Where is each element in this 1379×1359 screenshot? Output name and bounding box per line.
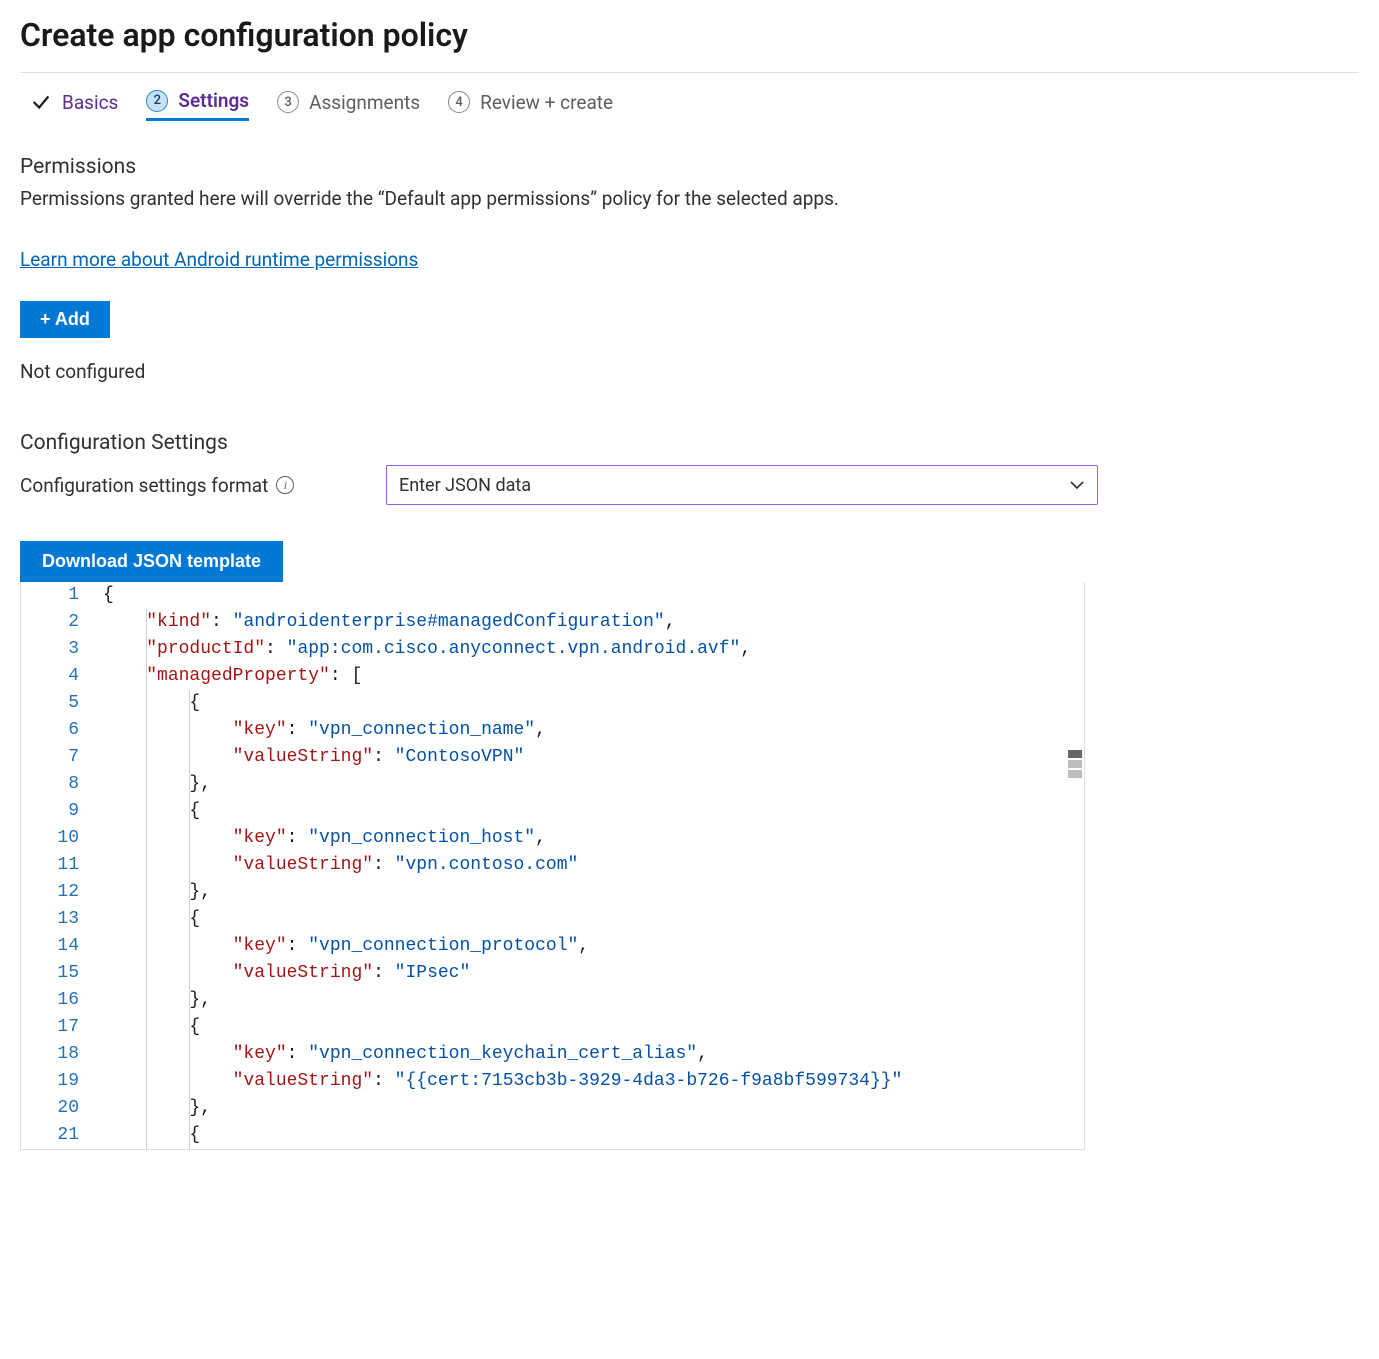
line-number: 1 (21, 582, 97, 609)
permissions-status: Not configured (20, 360, 1359, 383)
code-line[interactable]: 6 "key": "vpn_connection_name", (21, 717, 1084, 744)
divider (20, 72, 1359, 73)
code-content[interactable]: "valueString": "ContosoVPN" (97, 744, 1084, 771)
line-number: 13 (21, 906, 97, 933)
code-content[interactable]: }, (97, 987, 1084, 1014)
code-content[interactable]: "productId": "app:com.cisco.anyconnect.v… (97, 636, 1084, 663)
permissions-description: Permissions granted here will override t… (20, 187, 1359, 210)
line-number: 9 (21, 798, 97, 825)
code-line[interactable]: 8 }, (21, 771, 1084, 798)
code-line[interactable]: 16 }, (21, 987, 1084, 1014)
line-number: 17 (21, 1014, 97, 1041)
code-line[interactable]: 19 "valueString": "{{cert:7153cb3b-3929-… (21, 1068, 1084, 1095)
code-line[interactable]: 9 { (21, 798, 1084, 825)
line-number: 5 (21, 690, 97, 717)
code-content[interactable]: { (97, 582, 1084, 609)
step-label: Review + create (480, 91, 613, 114)
chevron-down-icon (1069, 477, 1085, 493)
learn-more-link[interactable]: Learn more about Android runtime permiss… (20, 248, 418, 271)
code-line[interactable]: 1{ (21, 582, 1084, 609)
line-number: 12 (21, 879, 97, 906)
code-line[interactable]: 3 "productId": "app:com.cisco.anyconnect… (21, 636, 1084, 663)
code-line[interactable]: 13 { (21, 906, 1084, 933)
download-json-template-button[interactable]: Download JSON template (20, 541, 283, 582)
line-number: 19 (21, 1068, 97, 1095)
code-line[interactable]: 14 "key": "vpn_connection_protocol", (21, 933, 1084, 960)
code-content[interactable]: }, (97, 771, 1084, 798)
code-content[interactable]: { (97, 1014, 1084, 1041)
code-content[interactable]: "managedProperty": [ (97, 663, 1084, 690)
line-number: 10 (21, 825, 97, 852)
info-icon[interactable]: i (276, 476, 294, 494)
step-label: Assignments (309, 91, 420, 114)
permissions-heading: Permissions (20, 155, 1359, 179)
step-number-badge: 4 (448, 91, 470, 113)
code-content[interactable]: "key": "vpn_connection_keychain_cert_ali… (97, 1041, 1084, 1068)
line-number: 3 (21, 636, 97, 663)
code-content[interactable]: "valueString": "IPsec" (97, 960, 1084, 987)
line-number: 15 (21, 960, 97, 987)
code-line[interactable]: 10 "key": "vpn_connection_host", (21, 825, 1084, 852)
wizard-step-basics[interactable]: Basics (30, 91, 118, 114)
code-content[interactable]: "kind": "androidenterprise#managedConfig… (97, 609, 1084, 636)
wizard-step-settings[interactable]: 2 Settings (146, 89, 249, 121)
code-line[interactable]: 4 "managedProperty": [ (21, 663, 1084, 690)
code-line[interactable]: 17 { (21, 1014, 1084, 1041)
code-content[interactable]: "key": "vpn_connection_name", (97, 717, 1084, 744)
code-content[interactable]: "key": "vpn_connection_protocol", (97, 933, 1084, 960)
config-format-label: Configuration settings format (20, 474, 268, 497)
code-line[interactable]: 2 "kind": "androidenterprise#managedConf… (21, 609, 1084, 636)
code-content[interactable]: "valueString": "vpn.contoso.com" (97, 852, 1084, 879)
wizard-step-review-create[interactable]: 4 Review + create (448, 91, 613, 114)
page-title: Create app configuration policy (20, 16, 1359, 54)
code-content[interactable]: "valueString": "{{cert:7153cb3b-3929-4da… (97, 1068, 1084, 1095)
line-number: 14 (21, 933, 97, 960)
code-content[interactable]: }, (97, 1095, 1084, 1122)
step-number-badge: 2 (146, 90, 168, 112)
config-format-select[interactable]: Enter JSON data (386, 465, 1098, 505)
config-format-value: Enter JSON data (399, 475, 531, 496)
line-number: 21 (21, 1122, 97, 1149)
code-line[interactable]: 21 { (21, 1122, 1084, 1149)
json-editor[interactable]: 1{2 "kind": "androidenterprise#managedCo… (20, 582, 1085, 1150)
step-label: Settings (178, 89, 249, 112)
code-content[interactable]: { (97, 906, 1084, 933)
code-content[interactable]: { (97, 798, 1084, 825)
code-content[interactable]: }, (97, 879, 1084, 906)
line-number: 8 (21, 771, 97, 798)
code-line[interactable]: 11 "valueString": "vpn.contoso.com" (21, 852, 1084, 879)
code-line[interactable]: 5 { (21, 690, 1084, 717)
check-icon (30, 91, 52, 113)
code-line[interactable]: 18 "key": "vpn_connection_keychain_cert_… (21, 1041, 1084, 1068)
add-permission-button[interactable]: + Add (20, 301, 110, 338)
code-line[interactable]: 7 "valueString": "ContosoVPN" (21, 744, 1084, 771)
line-number: 2 (21, 609, 97, 636)
line-number: 7 (21, 744, 97, 771)
line-number: 11 (21, 852, 97, 879)
config-settings-heading: Configuration Settings (20, 431, 1359, 455)
wizard-steps: Basics 2 Settings 3 Assignments 4 Review + cre… (20, 81, 1359, 129)
line-number: 6 (21, 717, 97, 744)
code-content[interactable]: "key": "vpn_connection_host", (97, 825, 1084, 852)
line-number: 18 (21, 1041, 97, 1068)
code-content[interactable]: { (97, 690, 1084, 717)
code-line[interactable]: 20 }, (21, 1095, 1084, 1122)
line-number: 4 (21, 663, 97, 690)
step-label: Basics (62, 91, 118, 114)
line-number: 20 (21, 1095, 97, 1122)
code-line[interactable]: 15 "valueString": "IPsec" (21, 960, 1084, 987)
wizard-step-assignments[interactable]: 3 Assignments (277, 91, 420, 114)
step-number-badge: 3 (277, 91, 299, 113)
line-number: 16 (21, 987, 97, 1014)
code-line[interactable]: 12 }, (21, 879, 1084, 906)
code-content[interactable]: { (97, 1122, 1084, 1149)
